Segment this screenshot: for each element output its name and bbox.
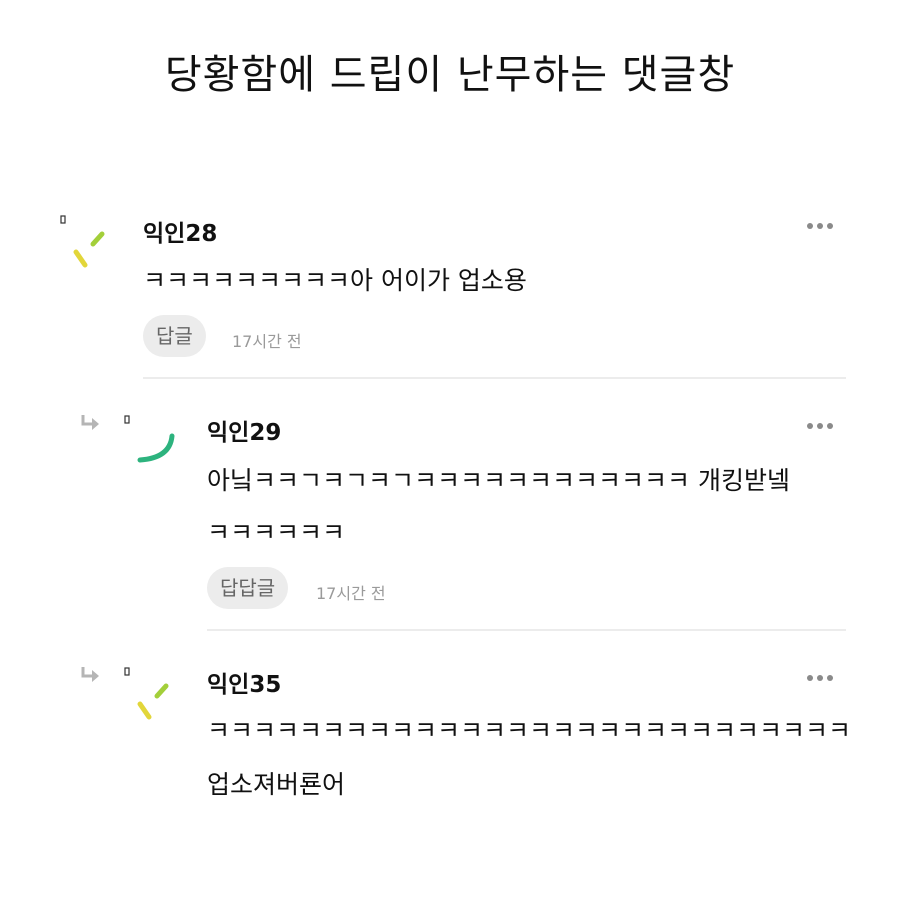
avatar-icon xyxy=(60,215,105,268)
divider xyxy=(143,377,846,379)
divider xyxy=(207,629,846,631)
page-title: 당황함에 드립이 난무하는 댓글창 xyxy=(164,52,736,98)
avatar-icon xyxy=(124,415,175,463)
comment-text: ㅋㅋㅋㅋㅋㅋㅋㅋㅋ아 어이가 업소용 xyxy=(143,266,527,295)
more-options-icon[interactable] xyxy=(803,218,833,232)
avatar[interactable] xyxy=(124,662,184,732)
comment-text: ㅋㅋㅋㅋㅋㅋㅋㅋㅋㅋㅋㅋㅋㅋㅋㅋㅋㅋㅋㅋㅋㅋㅋㅋㅋㅋㅋㅋ xyxy=(207,716,852,745)
more-options-icon[interactable] xyxy=(803,670,833,684)
comment-time: 17시간 전 xyxy=(232,332,302,351)
reply-arrow-icon xyxy=(80,665,102,685)
more-options-icon[interactable] xyxy=(803,418,833,432)
comment-author[interactable]: 익인28 xyxy=(143,214,217,248)
avatar[interactable] xyxy=(60,210,120,280)
comment-time: 17시간 전 xyxy=(316,584,386,603)
reply-arrow-icon xyxy=(80,413,102,433)
comment-author[interactable]: 익인35 xyxy=(207,665,281,699)
comment-author[interactable]: 익인29 xyxy=(207,413,281,447)
reply-button[interactable]: 답글 xyxy=(143,315,206,357)
avatar-icon xyxy=(124,667,169,720)
comment-text: ㅋㅋㅋㅋㅋㅋ xyxy=(207,518,346,547)
comment-text: 업소져버룐어 xyxy=(207,770,346,799)
reply-button[interactable]: 답답글 xyxy=(207,567,289,609)
avatar[interactable] xyxy=(124,410,184,480)
comment-text: 아닠ㅋㅋㄱㅋㄱㅋㄱㅋㅋㅋㅋㅋㅋㅋㅋㅋㅋㅋㅋ 개킹받넼 xyxy=(207,466,790,495)
